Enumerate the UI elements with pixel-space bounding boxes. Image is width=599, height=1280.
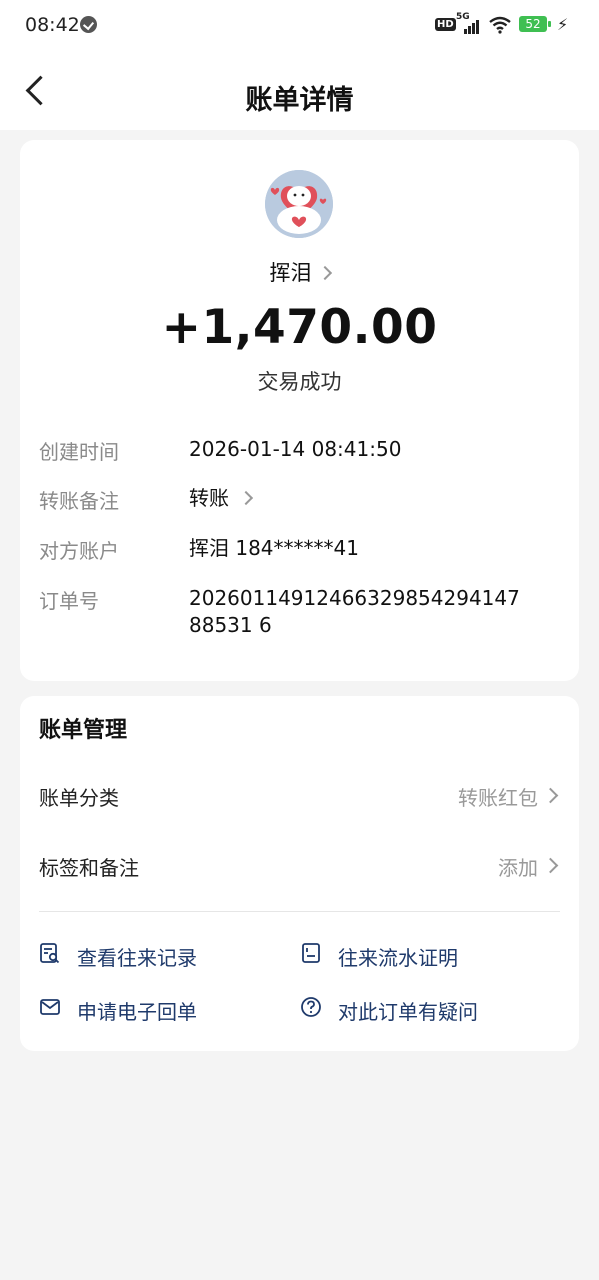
divider [39, 911, 560, 912]
mail-icon [40, 999, 60, 1015]
chevron-right-icon [238, 490, 254, 506]
chevron-right-icon [542, 787, 559, 804]
signal-icon: 5G [456, 12, 482, 34]
detail-label: 订单号 [39, 589, 99, 613]
status-bar: 08:42 HD 5G 52 ⚡ [0, 0, 599, 52]
detail-label: 对方账户 [39, 539, 119, 563]
action-label: 申请电子回单 [77, 1000, 197, 1024]
tags-notes-row[interactable]: 标签和备注 添加 [39, 844, 560, 884]
tags-notes-label: 标签和备注 [39, 856, 139, 880]
record-search-icon [40, 943, 60, 964]
nav-bar: 账单详情 [0, 52, 599, 130]
question-circle-icon [301, 997, 321, 1017]
bill-category-value: 转账红包 [458, 786, 538, 810]
counterparty-name: 挥泪 [269, 261, 312, 285]
detail-value: 挥泪 184******41 [189, 536, 359, 560]
action-label: 查看往来记录 [77, 946, 197, 970]
notification-check-icon [80, 16, 97, 33]
wifi-icon [489, 16, 511, 34]
hd-indicator: HD [435, 18, 456, 31]
section-title: 账单管理 [39, 718, 128, 743]
action-label: 对此订单有疑问 [338, 1000, 478, 1024]
bill-category-row[interactable]: 账单分类 转账红包 [39, 774, 560, 814]
detail-value: 2026011491246632985429414788531 6 [189, 586, 520, 637]
transaction-amount: +1,470.00 [161, 300, 438, 355]
detail-value: 2026-01-14 08:41:50 [189, 437, 402, 461]
detail-label: 创建时间 [39, 440, 119, 464]
avatar[interactable] [265, 170, 333, 238]
status-time: 08:42 [25, 14, 80, 36]
action-label: 往来流水证明 [338, 946, 458, 970]
detail-label: 转账备注 [39, 489, 119, 513]
page-title: 账单详情 [245, 85, 354, 116]
battery-icon: 52 [519, 16, 551, 32]
chevron-right-icon [317, 265, 332, 281]
chevron-right-icon [542, 857, 559, 874]
bill-management-card: 账单管理 账单分类 转账红包 标签和备注 添加 查看往来记录 往来流水证明 申请… [20, 696, 579, 1051]
transaction-status: 交易成功 [257, 370, 342, 394]
tags-notes-value: 添加 [498, 856, 538, 880]
bill-category-label: 账单分类 [39, 786, 119, 810]
counterparty-name-row[interactable]: 挥泪 [20, 257, 579, 287]
detail-value: 转账 [189, 486, 229, 510]
detail-value-container: 转账 [189, 485, 559, 512]
document-icon [302, 943, 320, 963]
transaction-card: 挥泪 +1,470.00 交易成功 创建时间 2026-01-14 08:41:… [20, 140, 579, 681]
charging-icon: ⚡ [557, 15, 569, 34]
